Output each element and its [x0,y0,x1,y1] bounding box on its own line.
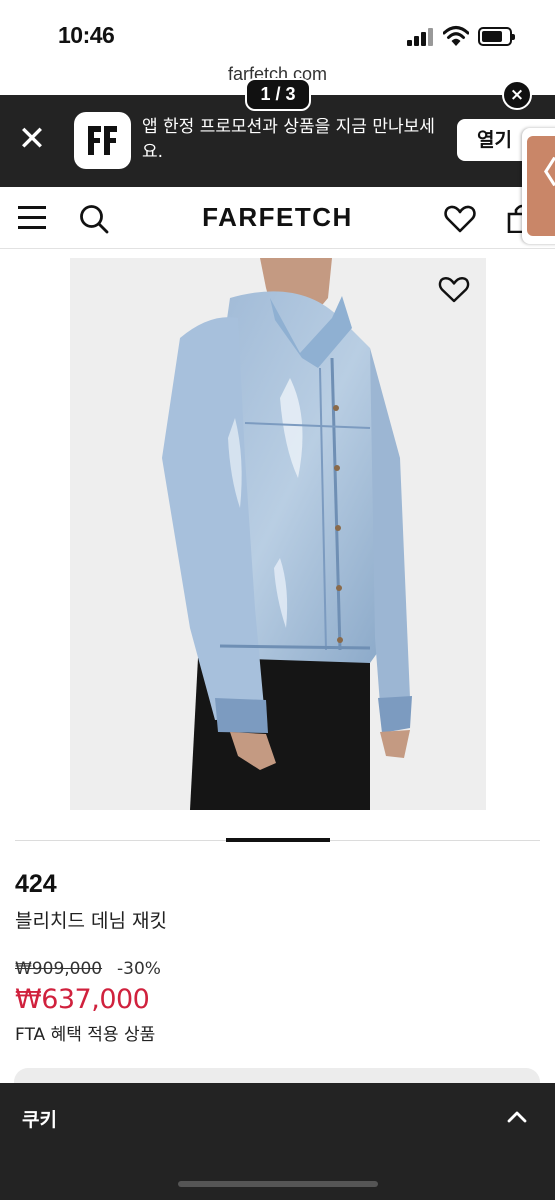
chevron-up-icon[interactable] [507,1109,527,1123]
original-price: ₩909,000 [15,959,103,979]
cellular-signal-icon [407,28,435,46]
denim-jacket-photo [70,258,486,810]
product-brand[interactable]: 424 [15,870,57,899]
battery-icon [478,27,515,46]
product-image[interactable] [70,258,486,810]
discount-percent: -30% [117,959,161,979]
carousel-indicator [226,838,330,842]
product-name: 블리치드 데님 재킷 [15,910,167,932]
home-indicator[interactable] [178,1181,378,1187]
top-nav-bar: FARFETCH [0,187,555,249]
wifi-icon [443,26,469,46]
status-bar: 10:46 [0,0,555,62]
dismiss-icon[interactable]: × [502,80,532,110]
save-to-wishlist-heart-icon[interactable] [438,276,470,304]
heart-icon[interactable] [444,205,476,233]
close-icon[interactable]: ✕ [14,121,50,157]
cookie-label: 쿠키 [22,1109,57,1131]
banner-message: 앱 한정 프로모션과 상품을 지금 만나보세요. [142,117,435,162]
sale-price: ₩637,000 [15,984,150,1015]
chevron-left-icon: 〈 [527,136,555,236]
farfetch-app-icon [74,112,131,169]
side-panel-tab[interactable]: 〈 [522,128,555,244]
fta-benefit-note: FTA 혜택 적용 상품 [15,1025,156,1045]
status-time: 10:46 [58,22,115,48]
image-page-counter: 1 / 3 [245,78,311,111]
